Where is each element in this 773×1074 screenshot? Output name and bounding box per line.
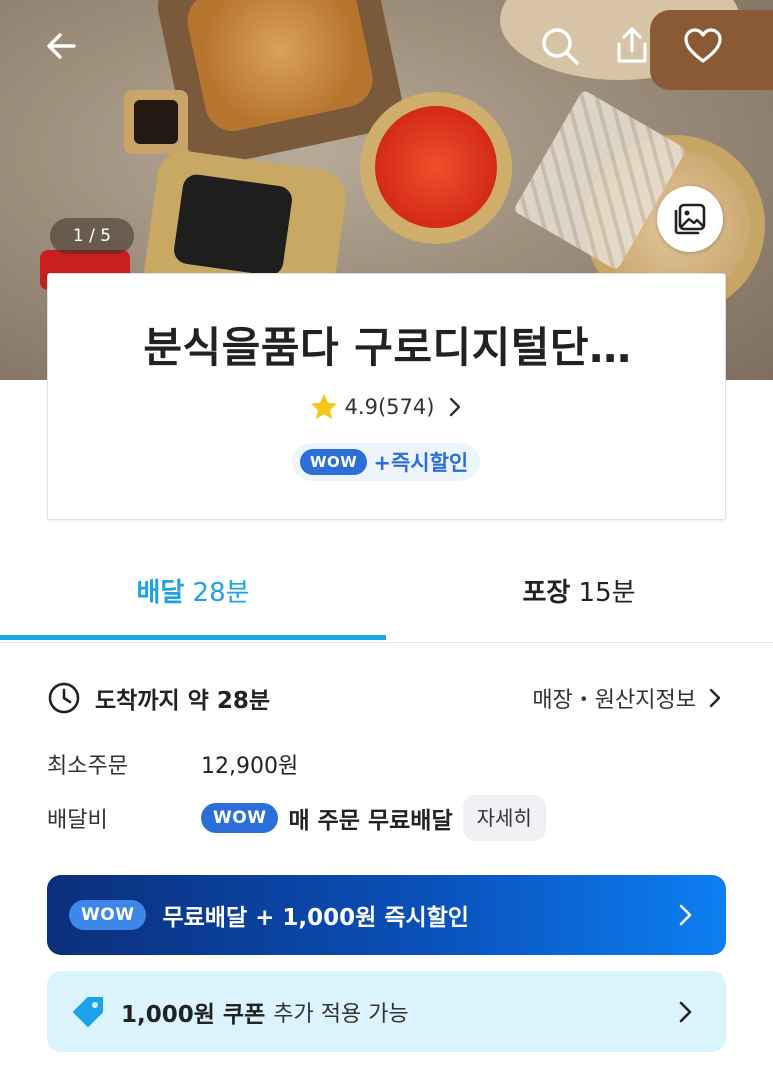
back-button[interactable] (40, 24, 84, 68)
min-order-row: 최소주문 12,900원 (47, 742, 726, 786)
tab-delivery[interactable]: 배달 28분 (0, 560, 386, 640)
wow-badge: WOW (201, 803, 279, 833)
store-card: 분식을품다 구로디지털단… 4.9(574) WOW +즉시할인 (47, 273, 726, 520)
eta-row: 도착까지 약 28분 매장・원산지정보 (47, 676, 726, 720)
chevron-right-icon (709, 688, 721, 708)
active-tab-indicator (0, 635, 386, 640)
soy-sauce (134, 100, 178, 144)
wow-badge: WOW (300, 449, 368, 475)
favorite-button[interactable] (681, 24, 725, 68)
eta-text: 도착까지 약 28분 (95, 688, 270, 714)
heart-icon (684, 28, 722, 63)
share-button[interactable] (610, 24, 654, 68)
kimbap (172, 172, 294, 278)
store-info-label: 매장・원산지정보 (532, 688, 696, 713)
gallery-icon (674, 203, 706, 235)
star-icon (310, 394, 337, 419)
chevron-right-icon (679, 1001, 692, 1023)
coupon-note: 추가 적용 가능 (273, 1001, 409, 1027)
store-name: 분식을품다 구로디지털단… (143, 323, 632, 372)
rating-text: 4.9(574) (344, 395, 435, 419)
chevron-right-icon (450, 397, 461, 417)
tab-label: 배달 (136, 578, 185, 608)
coupon-banner[interactable]: 1,000원 쿠폰 추가 적용 가능 (47, 971, 726, 1052)
chevron-right-icon (679, 904, 692, 926)
image-counter: 1 / 5 (50, 218, 134, 254)
coupon-amount: 1,000원 쿠폰 (121, 1001, 266, 1028)
order-type-tabs: 배달 28분 포장 15분 (0, 560, 773, 643)
min-order-label: 최소주문 (47, 754, 128, 779)
rating-link[interactable]: 4.9(574) (48, 392, 727, 422)
tab-label: 포장 (522, 578, 571, 608)
coupon-tag-icon (73, 996, 103, 1027)
wow-benefit-banner[interactable]: WOW 무료배달 + 1,000원 즉시할인 (47, 875, 726, 955)
wow-benefit-text: 무료배달 + 1,000원 즉시할인 (162, 905, 469, 931)
delivery-fee-row: 배달비 WOW 매 주문 무료배달 자세히 (47, 795, 726, 841)
search-icon (542, 28, 579, 65)
back-arrow-icon (47, 33, 76, 59)
gallery-button[interactable] (657, 186, 723, 252)
min-order-value: 12,900원 (201, 754, 299, 779)
store-info-link[interactable]: 매장・원산지정보 (532, 676, 726, 720)
promo-text: +즉시할인 (373, 451, 469, 475)
delivery-fee-text: 매 주문 무료배달 (288, 808, 453, 834)
fee-detail-button[interactable]: 자세히 (462, 795, 546, 841)
share-icon (617, 27, 647, 63)
tab-time: 15분 (578, 578, 636, 608)
delivery-fee-label: 배달비 (47, 808, 108, 833)
wow-badge: WOW (69, 900, 147, 930)
wow-promo-badge: WOW +즉시할인 (292, 443, 481, 481)
clock-icon (48, 682, 80, 714)
tab-time: 28분 (192, 578, 250, 608)
tab-takeout[interactable]: 포장 15분 (386, 560, 772, 640)
tteokbokki (375, 106, 497, 228)
search-button[interactable] (538, 24, 582, 68)
